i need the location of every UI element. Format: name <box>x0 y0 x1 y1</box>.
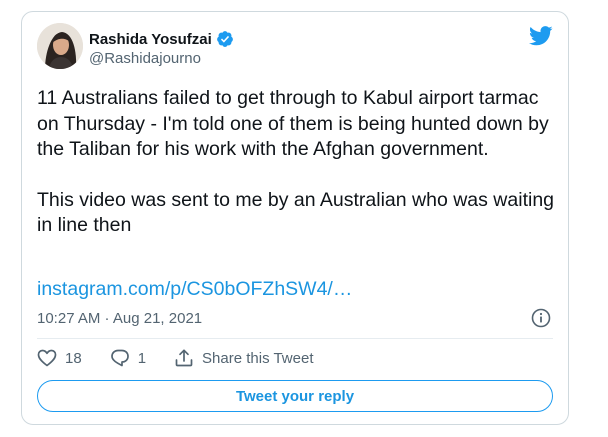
like-count: 18 <box>65 349 82 367</box>
tweet-timestamp[interactable]: 10:27 AM · Aug 21, 2021 <box>37 310 202 327</box>
info-icon[interactable] <box>531 308 551 333</box>
tweet-card[interactable]: Rashida Yosufzai @Rashidajourno 11 Austr… <box>21 11 569 425</box>
tweet-your-reply-button[interactable]: Tweet your reply <box>37 380 553 412</box>
like-button[interactable]: 18 <box>37 349 82 367</box>
tweet-paragraph: 11 Australians failed to get through to … <box>37 87 549 160</box>
divider <box>37 338 553 339</box>
tweet-paragraph: This video was sent to me by an Australi… <box>37 188 555 237</box>
author-name[interactable]: Rashida Yosufzai <box>89 30 234 48</box>
tweet-link[interactable]: instagram.com/p/CS0bOFZhSW4/… <box>37 278 352 301</box>
reply-action-button[interactable]: 1 <box>110 348 146 368</box>
tweet-text: 11 Australians failed to get through to … <box>37 86 557 239</box>
author-handle[interactable]: @Rashidajourno <box>89 50 201 67</box>
share-button[interactable]: Share this Tweet <box>174 348 313 368</box>
avatar[interactable] <box>37 23 83 69</box>
heart-icon <box>37 349 57 367</box>
reply-bubble-icon <box>110 349 129 367</box>
share-label: Share this Tweet <box>202 349 314 367</box>
twitter-bird-icon[interactable] <box>528 26 553 51</box>
tweet-actions: 18 1 Share this Tweet <box>37 348 341 368</box>
author-name-text[interactable]: Rashida Yosufzai <box>89 31 212 48</box>
reply-count: 1 <box>137 349 147 367</box>
verified-badge-icon <box>216 30 234 48</box>
share-icon <box>175 349 193 367</box>
